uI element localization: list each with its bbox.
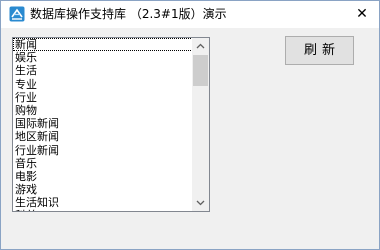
vertical-scrollbar[interactable] [192, 38, 209, 211]
list-item[interactable]: 地区新闻 [13, 130, 193, 143]
title-bar[interactable]: 数据库操作支持库 （2.3#1版）演示 ✕ [1, 1, 379, 28]
listbox-items: 新闻 娱乐 生活 专业 行业 购物 国际新闻 地区新闻 行业新闻 音乐 电影 游… [13, 38, 193, 211]
scroll-up-arrow-icon[interactable] [192, 38, 209, 55]
list-item[interactable]: 购物 [13, 104, 193, 117]
list-item[interactable]: 音乐 [13, 157, 193, 170]
refresh-button[interactable]: 刷新 [285, 36, 354, 65]
app-window: 数据库操作支持库 （2.3#1版）演示 ✕ 新闻 娱乐 生活 专业 行业 购物 … [0, 0, 380, 250]
list-item[interactable]: 电影 [13, 170, 193, 183]
close-button[interactable]: ✕ [345, 1, 379, 28]
list-item[interactable]: 行业 [13, 91, 193, 104]
list-item[interactable]: 娱乐 [13, 51, 193, 64]
scrollbar-thumb[interactable] [193, 55, 208, 86]
list-item[interactable]: 国际新闻 [13, 117, 193, 130]
list-item[interactable]: 生活 [13, 64, 193, 77]
list-item[interactable]: 专业 [13, 78, 193, 91]
close-icon: ✕ [356, 6, 368, 22]
list-item[interactable]: 游戏 [13, 183, 193, 196]
category-listbox[interactable]: 新闻 娱乐 生活 专业 行业 购物 国际新闻 地区新闻 行业新闻 音乐 电影 游… [12, 37, 210, 212]
list-item[interactable]: 行业新闻 [13, 144, 193, 157]
list-item[interactable]: 生活知识 [13, 196, 193, 209]
scroll-down-arrow-icon[interactable] [192, 194, 209, 211]
window-title: 数据库操作支持库 （2.3#1版）演示 [30, 7, 227, 21]
client-area: 新闻 娱乐 生活 专业 行业 购物 国际新闻 地区新闻 行业新闻 音乐 电影 游… [1, 28, 379, 249]
app-logo-icon [9, 6, 25, 22]
list-item[interactable]: 科普 [13, 209, 193, 211]
list-item[interactable]: 新闻 [13, 38, 193, 52]
